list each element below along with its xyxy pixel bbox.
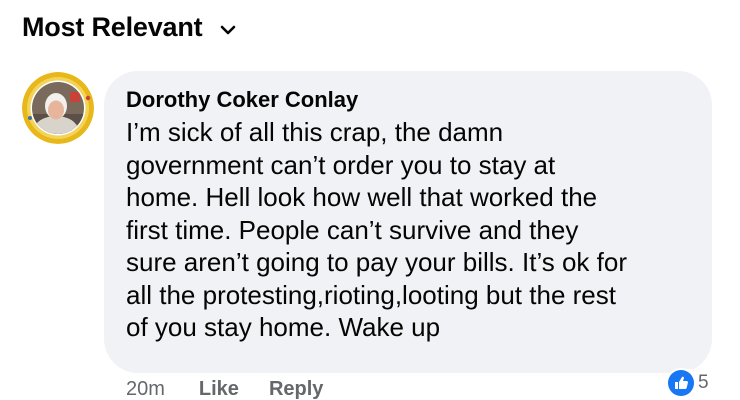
like-reaction-icon [666,368,696,398]
like-button[interactable]: Like [199,378,239,400]
comment-bubble: Dorothy Coker Conlay I’m sick of all thi… [104,71,712,373]
comment-actions: 20m Like Reply [126,378,353,400]
sort-dropdown[interactable]: Most Relevant [22,12,236,43]
comment-author[interactable]: Dorothy Coker Conlay [126,87,358,113]
avatar[interactable] [22,72,94,144]
reply-button[interactable]: Reply [269,378,323,400]
comment-timestamp[interactable]: 20m [126,378,165,400]
sort-label: Most Relevant [22,12,203,42]
comment-section: Most Relevant Dorothy Coker Conlay I’m s… [0,0,740,400]
reaction-count: 5 [698,372,709,393]
reaction-summary[interactable]: 5 [666,368,713,398]
comment-text: I’m sick of all this crap, the damn gove… [126,117,627,342]
chevron-down-icon [220,25,236,35]
